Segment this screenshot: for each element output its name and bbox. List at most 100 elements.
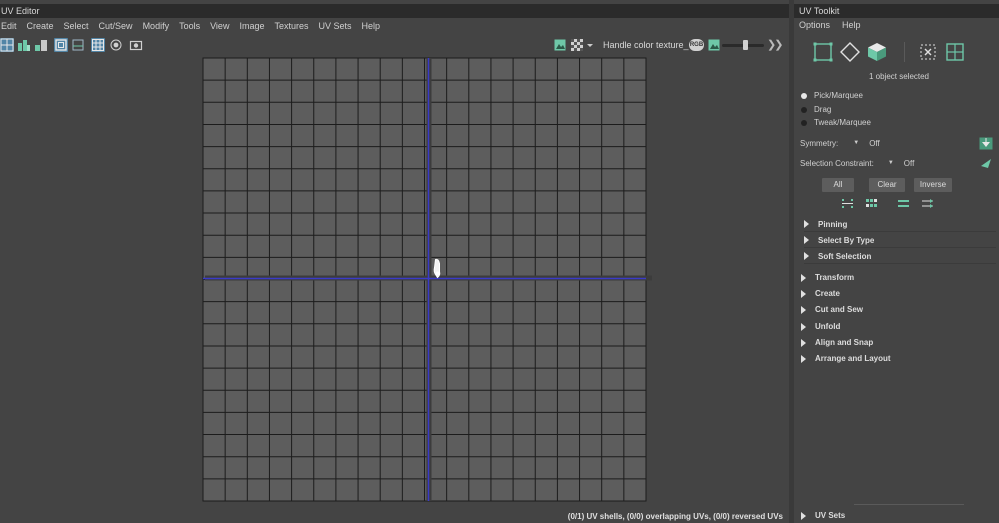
menu-view[interactable]: View <box>210 21 229 31</box>
uv-component-grid-icon[interactable] <box>944 41 966 63</box>
symmetry-dropdown-icon[interactable]: ▼ <box>853 140 859 146</box>
toolkit-menu-options[interactable]: Options <box>799 20 830 30</box>
image-display-icon[interactable] <box>553 38 567 52</box>
handle-color-texture-field[interactable]: Handle color texture_ <box>603 40 689 50</box>
exposure-icon[interactable] <box>707 38 721 52</box>
section-create[interactable]: Create <box>801 286 999 301</box>
uv-editor-menubar: Edit Create Select Cut/Sew Modify Tools … <box>0 18 789 34</box>
radio-off-icon <box>801 119 807 126</box>
clear-selection-button[interactable]: Clear <box>869 178 905 192</box>
section-transform[interactable]: Transform <box>801 270 999 285</box>
select-shell-icon[interactable] <box>865 198 878 209</box>
exposure-slider-handle[interactable] <box>742 40 748 50</box>
tool-radio-pick-marquee[interactable]: Pick/Marquee <box>801 90 863 101</box>
section-label: Arrange and Layout <box>815 354 891 363</box>
constraint-arrow-icon[interactable] <box>979 157 993 170</box>
section-label: Pinning <box>818 219 848 229</box>
uv-toolkit-menubar: Options Help <box>794 18 999 32</box>
expand-arrow-icon <box>801 322 806 331</box>
constraint-value[interactable]: Off <box>904 159 915 168</box>
toolbar-overflow-icon[interactable]: ❯❯ <box>767 39 784 51</box>
section-align-and-snap[interactable]: Align and Snap <box>801 335 999 350</box>
menu-modify[interactable]: Modify <box>143 21 170 31</box>
uv-grid-canvas[interactable] <box>0 56 789 506</box>
shrink-selection-icon[interactable] <box>921 198 934 209</box>
uv-status-bar: (0/1) UV shells, (0/0) overlapping UVs, … <box>567 512 783 521</box>
menu-select[interactable]: Select <box>64 21 89 31</box>
distortion-icon[interactable] <box>34 38 48 52</box>
tool-label: Tweak/Marquee <box>814 118 871 127</box>
section-pinning[interactable]: Pinning <box>804 217 996 232</box>
toolkit-menu-help[interactable]: Help <box>842 20 861 30</box>
menu-image[interactable]: Image <box>239 21 264 31</box>
menu-create[interactable]: Create <box>27 21 54 31</box>
section-label: Cut and Sew <box>815 305 864 314</box>
uv-shell-handle <box>435 271 440 276</box>
section-arrange-and-layout[interactable]: Arrange and Layout <box>801 351 999 366</box>
menu-help[interactable]: Help <box>362 21 381 31</box>
expand-arrow-icon <box>801 338 806 347</box>
symmetry-value[interactable]: Off <box>869 139 880 148</box>
menu-tools[interactable]: Tools <box>179 21 200 31</box>
select-border-icon[interactable] <box>841 198 854 209</box>
radio-off-icon <box>801 106 807 113</box>
uv-editor-title: UV Editor <box>0 4 789 18</box>
section-soft-selection[interactable]: Soft Selection <box>804 249 996 264</box>
section-label: Transform <box>815 273 855 282</box>
texture-borders-icon[interactable] <box>71 38 85 52</box>
uv-sets-divider <box>854 504 964 505</box>
section-label: UV Sets <box>815 511 846 520</box>
section-label: Soft Selection <box>818 251 872 261</box>
constraint-dropdown-icon[interactable]: ▼ <box>888 160 894 166</box>
section-unfold[interactable]: Unfold <box>801 319 999 334</box>
tool-label: Drag <box>814 105 832 114</box>
expand-arrow-icon <box>801 305 806 314</box>
symmetry-pin-icon[interactable] <box>979 137 993 150</box>
tool-radio-tweak-marquee[interactable]: Tweak/Marquee <box>801 117 871 128</box>
section-label: Align and Snap <box>815 338 874 347</box>
grow-selection-icon[interactable] <box>897 198 910 209</box>
grid-toggle-icon[interactable] <box>91 38 105 52</box>
uv-borders-icon[interactable] <box>54 38 68 52</box>
grid-display-icon[interactable] <box>0 38 14 52</box>
menu-textures[interactable]: Textures <box>274 21 308 31</box>
constraint-label: Selection Constraint: <box>800 158 874 168</box>
section-select-by-type[interactable]: Select By Type <box>804 233 996 248</box>
menu-edit[interactable]: Edit <box>1 21 17 31</box>
expand-arrow-icon <box>804 252 809 260</box>
section-uv-sets[interactable]: UV Sets <box>801 508 999 523</box>
symmetry-label: Symmetry: <box>800 138 839 148</box>
uv-viewport[interactable] <box>0 56 789 506</box>
menu-cut-sew[interactable]: Cut/Sew <box>99 21 133 31</box>
expand-arrow-icon <box>801 354 806 363</box>
section-label: Create <box>815 289 840 298</box>
toolkit-separator <box>904 42 905 62</box>
checker-dropdown-icon[interactable] <box>586 38 594 52</box>
select-all-button[interactable]: All <box>822 178 854 192</box>
uv-shell-mode-icon[interactable] <box>839 41 861 63</box>
tool-label: Pick/Marquee <box>814 91 863 100</box>
expand-arrow-icon <box>801 273 806 282</box>
expand-arrow-icon <box>804 220 809 228</box>
selection-constraint-option: Selection Constraint: ▼ Off <box>800 157 914 169</box>
uv-point-mode-icon[interactable] <box>917 41 939 63</box>
uv-editor-toolbar: Handle color texture_ RGB ❯❯ <box>0 36 789 56</box>
rgb-channel-icon[interactable]: RGB <box>689 39 704 51</box>
uv-toolkit-panel: UV Toolkit Options Help 1 object selecte… <box>794 0 999 523</box>
expand-arrow-icon <box>801 289 806 298</box>
uv-editor-panel: UV Editor Edit Create Select Cut/Sew Mod… <box>0 0 789 523</box>
pixel-snap-icon[interactable] <box>109 38 123 52</box>
uv-select-mode-icon[interactable] <box>812 41 834 63</box>
uv-object-mode-icon[interactable] <box>866 41 888 63</box>
checker-tiles-icon[interactable] <box>570 38 584 52</box>
section-label: Unfold <box>815 322 841 331</box>
menu-uv-sets[interactable]: UV Sets <box>318 21 351 31</box>
section-cut-and-sew[interactable]: Cut and Sew <box>801 302 999 317</box>
uv-toolkit-title: UV Toolkit <box>794 4 999 18</box>
inverse-selection-button[interactable]: Inverse <box>914 178 952 192</box>
selection-count-label: 1 object selected <box>868 72 930 81</box>
symmetry-option: Symmetry: ▼ Off <box>800 137 880 149</box>
snapshot-camera-icon[interactable] <box>129 38 143 52</box>
tool-radio-drag[interactable]: Drag <box>801 104 831 115</box>
shaded-uv-icon[interactable] <box>17 38 31 52</box>
